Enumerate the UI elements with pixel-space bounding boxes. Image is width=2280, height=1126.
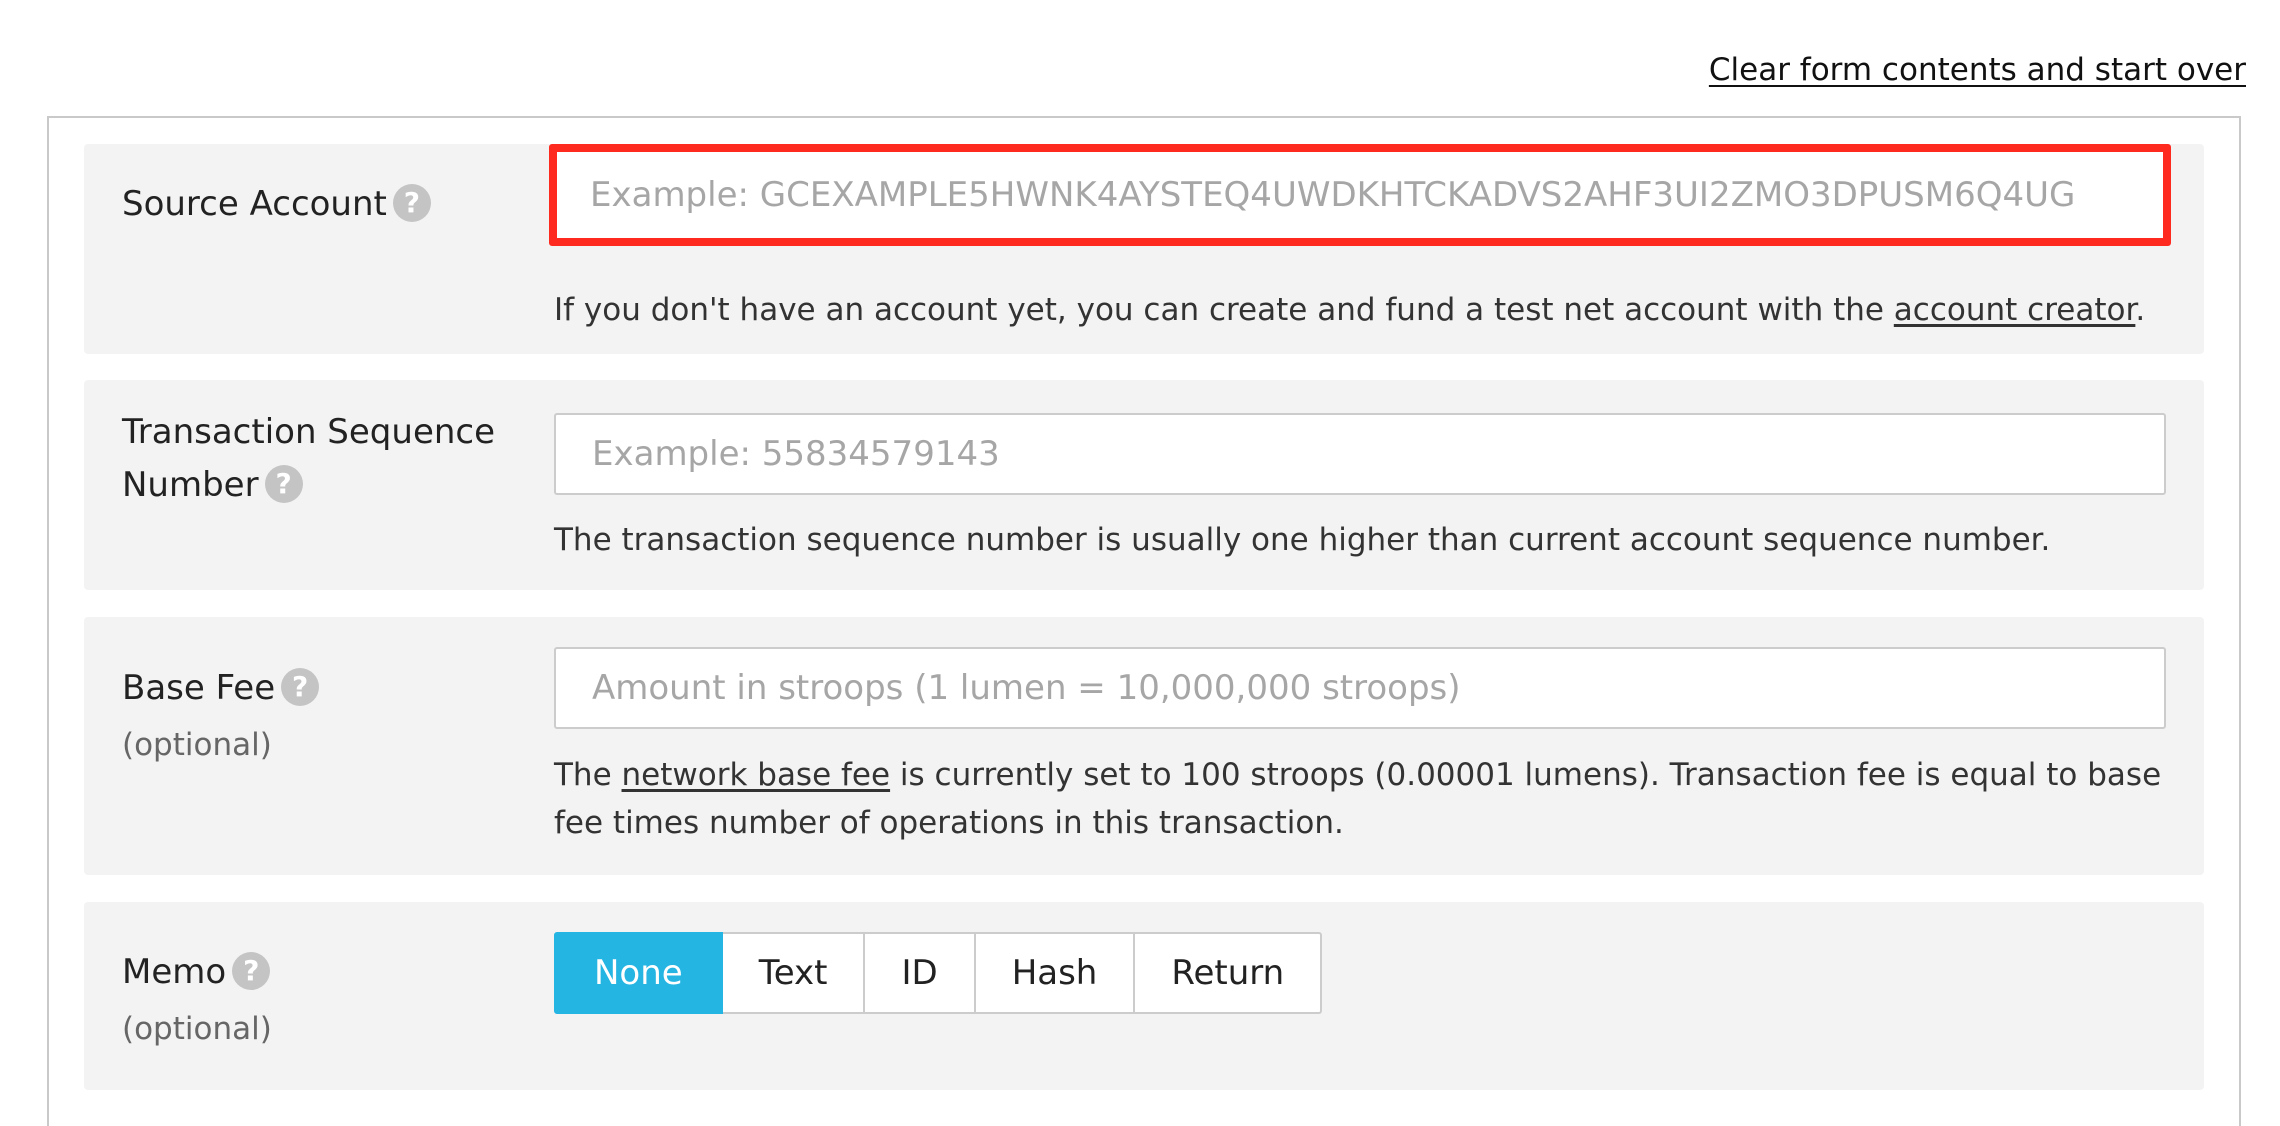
base-fee-optional: (optional) [122, 727, 272, 763]
sequence-number-help: The transaction sequence number is usual… [554, 522, 2051, 558]
source-account-label-group: Source Account? [122, 178, 522, 231]
memo-row: Memo? (optional) None Text ID Hash Retur… [84, 902, 2204, 1090]
base-fee-label: Base Fee [122, 668, 276, 708]
base-fee-input[interactable] [554, 647, 2166, 729]
memo-label-group: Memo? (optional) [122, 946, 522, 1056]
help-icon[interactable]: ? [264, 464, 303, 503]
base-fee-help: The network base fee is currently set to… [554, 757, 2162, 841]
source-account-input[interactable] [549, 144, 2171, 246]
memo-type-selector: None Text ID Hash Return [554, 932, 1323, 1014]
sequence-number-label-line1: Transaction Sequence [122, 412, 496, 452]
memo-label: Memo [122, 952, 227, 992]
memo-hash-button[interactable]: Hash [975, 932, 1136, 1014]
help-icon[interactable]: ? [232, 951, 271, 990]
source-account-help: If you don't have an account yet, you ca… [554, 292, 2146, 328]
memo-return-button[interactable]: Return [1135, 932, 1323, 1014]
source-account-row: Source Account? If you don't have an acc… [84, 144, 2204, 354]
clear-form-link[interactable]: Clear form contents and start over [1709, 52, 2246, 88]
memo-optional: (optional) [122, 1011, 272, 1047]
memo-text-button[interactable]: Text [722, 932, 866, 1014]
memo-none-button[interactable]: None [554, 932, 723, 1014]
help-icon[interactable]: ? [392, 183, 431, 222]
network-base-fee-link[interactable]: network base fee [622, 757, 891, 793]
sequence-number-label-line2: Number [122, 465, 259, 505]
base-fee-label-group: Base Fee? (optional) [122, 662, 522, 772]
help-icon[interactable]: ? [281, 667, 320, 706]
sequence-number-row: Transaction Sequence Number? The transac… [84, 380, 2204, 590]
sequence-number-label-group: Transaction Sequence Number? [122, 406, 522, 512]
source-account-label: Source Account [122, 184, 387, 224]
base-fee-row: Base Fee? (optional) The network base fe… [84, 617, 2204, 875]
account-creator-link[interactable]: account creator [1894, 292, 2136, 328]
sequence-number-input[interactable] [554, 413, 2166, 495]
memo-id-button[interactable]: ID [865, 932, 976, 1014]
